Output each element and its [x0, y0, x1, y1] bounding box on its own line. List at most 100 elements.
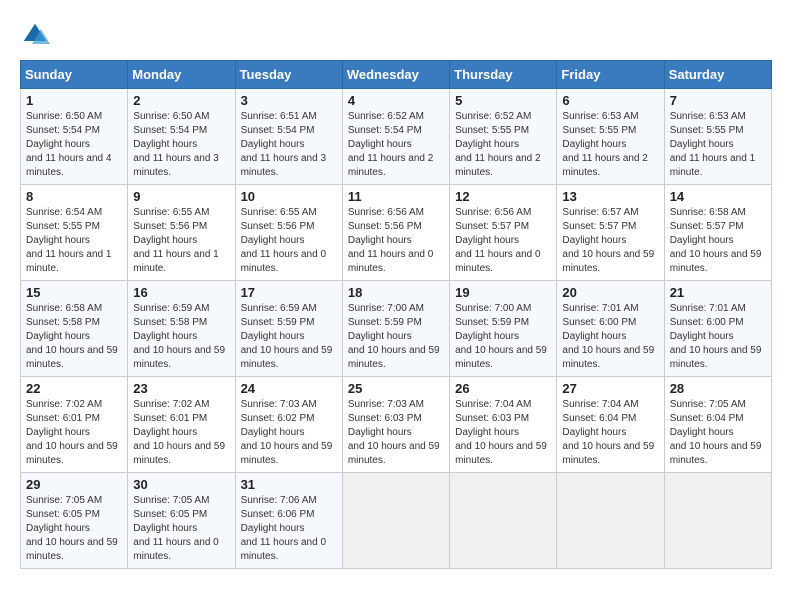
sunset-label: Sunset: 6:02 PM: [241, 413, 315, 424]
daylight-label: Daylight hours: [26, 139, 90, 150]
calendar-cell: 22 Sunrise: 7:02 AM Sunset: 6:01 PM Dayl…: [21, 377, 128, 473]
weekday-header-wednesday: Wednesday: [342, 61, 449, 89]
day-info: Sunrise: 6:56 AM Sunset: 5:56 PM Dayligh…: [348, 206, 444, 276]
daylight-duration: and 11 hours and 0 minutes.: [348, 249, 433, 274]
sunset-label: Sunset: 5:54 PM: [241, 125, 315, 136]
daylight-duration: and 10 hours and 59 minutes.: [26, 345, 118, 370]
sunrise-label: Sunrise: 6:54 AM: [26, 207, 102, 218]
sunset-label: Sunset: 5:54 PM: [348, 125, 422, 136]
day-number: 14: [670, 189, 766, 204]
day-info: Sunrise: 6:59 AM Sunset: 5:58 PM Dayligh…: [133, 302, 229, 372]
day-info: Sunrise: 7:03 AM Sunset: 6:02 PM Dayligh…: [241, 398, 337, 468]
daylight-label: Daylight hours: [241, 235, 305, 246]
page-header: [20, 20, 772, 50]
sunrise-label: Sunrise: 6:58 AM: [670, 207, 746, 218]
day-number: 6: [562, 93, 658, 108]
daylight-duration: and 11 hours and 0 minutes.: [241, 249, 326, 274]
calendar-cell: [342, 473, 449, 569]
day-number: 25: [348, 381, 444, 396]
calendar-cell: [450, 473, 557, 569]
sunrise-label: Sunrise: 7:03 AM: [348, 399, 424, 410]
calendar-cell: 16 Sunrise: 6:59 AM Sunset: 5:58 PM Dayl…: [128, 281, 235, 377]
calendar-cell: 26 Sunrise: 7:04 AM Sunset: 6:03 PM Dayl…: [450, 377, 557, 473]
day-number: 11: [348, 189, 444, 204]
daylight-duration: and 11 hours and 3 minutes.: [241, 153, 326, 178]
day-number: 18: [348, 285, 444, 300]
sunset-label: Sunset: 6:03 PM: [348, 413, 422, 424]
day-info: Sunrise: 6:50 AM Sunset: 5:54 PM Dayligh…: [133, 110, 229, 180]
sunset-label: Sunset: 6:01 PM: [133, 413, 207, 424]
sunset-label: Sunset: 5:59 PM: [348, 317, 422, 328]
day-info: Sunrise: 6:55 AM Sunset: 5:56 PM Dayligh…: [241, 206, 337, 276]
sunrise-label: Sunrise: 7:01 AM: [670, 303, 746, 314]
daylight-label: Daylight hours: [241, 523, 305, 534]
day-number: 23: [133, 381, 229, 396]
sunrise-label: Sunrise: 7:04 AM: [562, 399, 638, 410]
calendar-cell: 15 Sunrise: 6:58 AM Sunset: 5:58 PM Dayl…: [21, 281, 128, 377]
sunset-label: Sunset: 5:55 PM: [670, 125, 744, 136]
daylight-label: Daylight hours: [670, 139, 734, 150]
daylight-label: Daylight hours: [26, 427, 90, 438]
day-number: 8: [26, 189, 122, 204]
calendar-cell: 31 Sunrise: 7:06 AM Sunset: 6:06 PM Dayl…: [235, 473, 342, 569]
daylight-label: Daylight hours: [562, 235, 626, 246]
sunset-label: Sunset: 5:57 PM: [455, 221, 529, 232]
sunrise-label: Sunrise: 6:59 AM: [241, 303, 317, 314]
daylight-label: Daylight hours: [455, 331, 519, 342]
daylight-duration: and 11 hours and 2 minutes.: [348, 153, 433, 178]
weekday-header-sunday: Sunday: [21, 61, 128, 89]
sunrise-label: Sunrise: 7:05 AM: [26, 495, 102, 506]
weekday-header-saturday: Saturday: [664, 61, 771, 89]
daylight-label: Daylight hours: [455, 427, 519, 438]
sunrise-label: Sunrise: 7:00 AM: [348, 303, 424, 314]
daylight-label: Daylight hours: [348, 235, 412, 246]
calendar-cell: 3 Sunrise: 6:51 AM Sunset: 5:54 PM Dayli…: [235, 89, 342, 185]
day-number: 21: [670, 285, 766, 300]
day-number: 1: [26, 93, 122, 108]
daylight-label: Daylight hours: [241, 427, 305, 438]
daylight-duration: and 10 hours and 59 minutes.: [670, 249, 762, 274]
daylight-duration: and 11 hours and 1 minute.: [670, 153, 755, 178]
logo-icon: [20, 20, 50, 50]
day-number: 29: [26, 477, 122, 492]
weekday-header-friday: Friday: [557, 61, 664, 89]
calendar-cell: 6 Sunrise: 6:53 AM Sunset: 5:55 PM Dayli…: [557, 89, 664, 185]
day-info: Sunrise: 6:54 AM Sunset: 5:55 PM Dayligh…: [26, 206, 122, 276]
daylight-label: Daylight hours: [670, 331, 734, 342]
daylight-label: Daylight hours: [26, 331, 90, 342]
calendar-cell: 4 Sunrise: 6:52 AM Sunset: 5:54 PM Dayli…: [342, 89, 449, 185]
sunset-label: Sunset: 6:00 PM: [670, 317, 744, 328]
sunrise-label: Sunrise: 6:56 AM: [348, 207, 424, 218]
calendar-cell: 29 Sunrise: 7:05 AM Sunset: 6:05 PM Dayl…: [21, 473, 128, 569]
daylight-duration: and 10 hours and 59 minutes.: [562, 441, 654, 466]
daylight-label: Daylight hours: [241, 331, 305, 342]
daylight-label: Daylight hours: [133, 523, 197, 534]
weekday-header-thursday: Thursday: [450, 61, 557, 89]
calendar-cell: 2 Sunrise: 6:50 AM Sunset: 5:54 PM Dayli…: [128, 89, 235, 185]
day-number: 31: [241, 477, 337, 492]
day-info: Sunrise: 6:50 AM Sunset: 5:54 PM Dayligh…: [26, 110, 122, 180]
day-number: 7: [670, 93, 766, 108]
day-info: Sunrise: 7:04 AM Sunset: 6:03 PM Dayligh…: [455, 398, 551, 468]
sunrise-label: Sunrise: 7:05 AM: [670, 399, 746, 410]
day-number: 28: [670, 381, 766, 396]
day-info: Sunrise: 6:56 AM Sunset: 5:57 PM Dayligh…: [455, 206, 551, 276]
calendar-cell: 25 Sunrise: 7:03 AM Sunset: 6:03 PM Dayl…: [342, 377, 449, 473]
day-info: Sunrise: 6:51 AM Sunset: 5:54 PM Dayligh…: [241, 110, 337, 180]
day-info: Sunrise: 7:02 AM Sunset: 6:01 PM Dayligh…: [133, 398, 229, 468]
daylight-label: Daylight hours: [562, 139, 626, 150]
day-number: 17: [241, 285, 337, 300]
daylight-duration: and 10 hours and 59 minutes.: [348, 441, 440, 466]
day-number: 24: [241, 381, 337, 396]
day-info: Sunrise: 7:05 AM Sunset: 6:04 PM Dayligh…: [670, 398, 766, 468]
calendar-cell: 12 Sunrise: 6:56 AM Sunset: 5:57 PM Dayl…: [450, 185, 557, 281]
daylight-duration: and 10 hours and 59 minutes.: [133, 441, 225, 466]
calendar-cell: 27 Sunrise: 7:04 AM Sunset: 6:04 PM Dayl…: [557, 377, 664, 473]
sunrise-label: Sunrise: 6:56 AM: [455, 207, 531, 218]
sunrise-label: Sunrise: 6:57 AM: [562, 207, 638, 218]
day-info: Sunrise: 7:05 AM Sunset: 6:05 PM Dayligh…: [26, 494, 122, 564]
day-number: 22: [26, 381, 122, 396]
day-number: 5: [455, 93, 551, 108]
day-number: 12: [455, 189, 551, 204]
daylight-duration: and 11 hours and 1 minute.: [133, 249, 218, 274]
